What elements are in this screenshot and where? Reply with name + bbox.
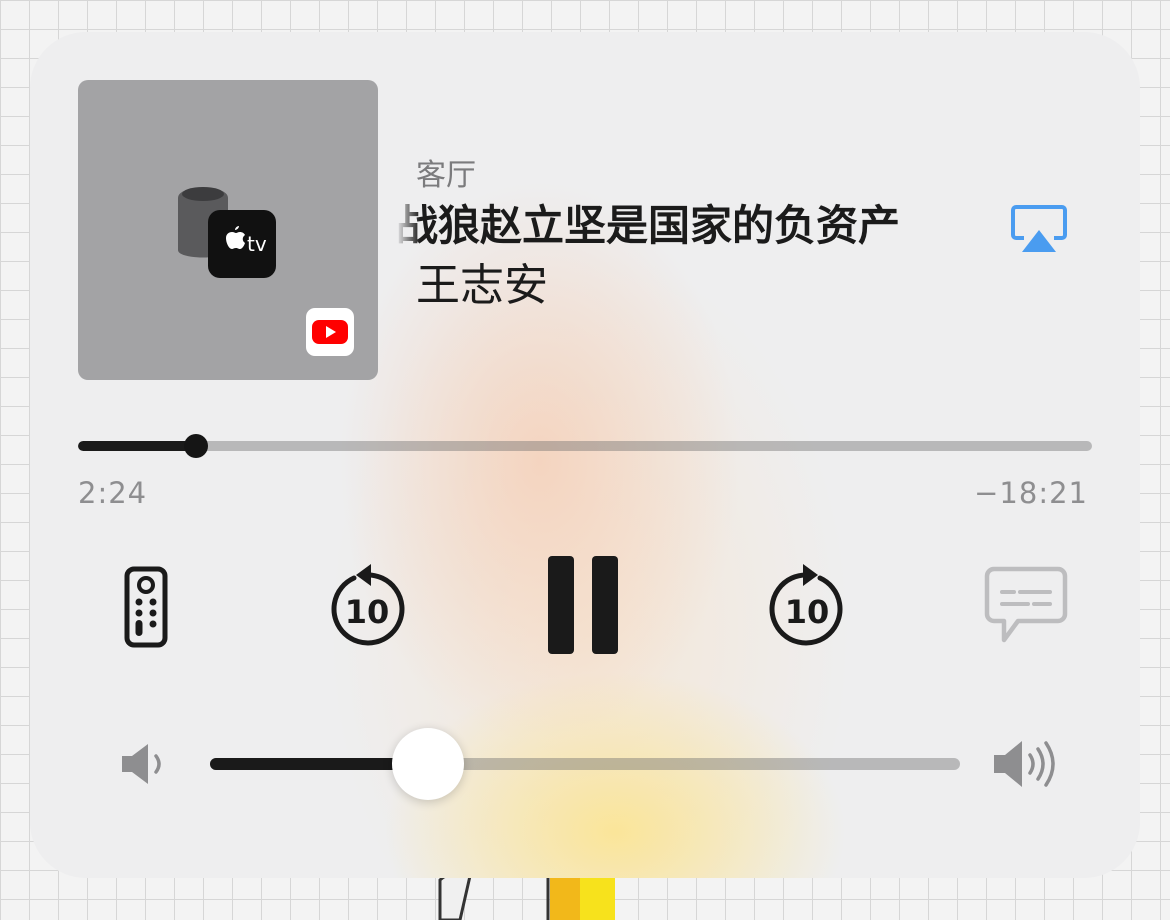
skip-forward-button[interactable]: 10: [766, 562, 848, 652]
track-artist: 王志安: [416, 260, 548, 311]
progress-fill: [78, 441, 196, 451]
now-playing-card: tv 客厅 战狼赵立坚是国家的负资产 王志安 2:24 −18:21 10 10: [30, 32, 1140, 878]
volume-low-icon: [122, 744, 161, 784]
volume-high-icon: [994, 741, 1055, 787]
remote-icon: [124, 566, 168, 648]
room-label: 客厅: [416, 158, 476, 193]
skip-back-button[interactable]: 10: [326, 562, 408, 652]
youtube-icon: [312, 320, 348, 344]
elapsed-time: 2:24: [78, 476, 148, 510]
skip-back-label: 10: [345, 593, 390, 631]
youtube-badge: [306, 308, 354, 356]
skip-forward-label: 10: [785, 593, 830, 631]
progress-bar[interactable]: [78, 441, 1092, 451]
track-title: 战狼赵立坚是国家的负资产: [396, 201, 901, 250]
volume-slider[interactable]: [210, 758, 960, 770]
remaining-time: −18:21: [974, 476, 1088, 510]
volume-knob[interactable]: [391, 728, 464, 800]
skip-back-10-icon: 10: [331, 564, 405, 646]
artwork: tv: [78, 80, 378, 380]
airplay-icon[interactable]: [1010, 204, 1068, 256]
captions-icon: [984, 566, 1068, 643]
remote-button[interactable]: [124, 566, 168, 648]
pause-icon: [548, 556, 618, 654]
progress-scrubber[interactable]: [183, 434, 208, 458]
homepod-appletv-icon: tv: [178, 187, 276, 278]
skip-forward-10-icon: 10: [769, 564, 843, 646]
pause-button[interactable]: [548, 556, 622, 654]
captions-button[interactable]: [984, 566, 1068, 646]
device-badge-label: tv: [247, 232, 267, 256]
title-marquee: 战狼赵立坚是国家的负资产: [396, 198, 986, 254]
